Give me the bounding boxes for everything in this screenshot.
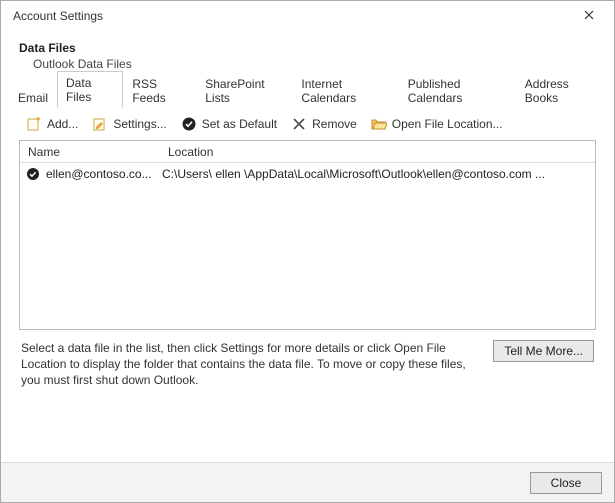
footer-area: Select a data file in the list, then cli…: [9, 330, 606, 399]
window-title: Account Settings: [9, 9, 572, 23]
default-badge-icon: [26, 167, 40, 181]
footer-message: Select a data file in the list, then cli…: [21, 340, 483, 389]
set-default-button[interactable]: Set as Default: [176, 114, 282, 134]
tab-rss-feeds[interactable]: RSS Feeds: [123, 72, 196, 108]
row-location: C:\Users\ ellen \AppData\Local\Microsoft…: [158, 167, 595, 181]
close-icon: [584, 9, 594, 23]
page-subtitle: Outlook Data Files: [19, 55, 598, 71]
close-button[interactable]: Close: [530, 472, 602, 494]
tell-me-more-button[interactable]: Tell Me More...: [493, 340, 594, 362]
row-name: ellen@contoso.co...: [40, 167, 158, 181]
list-header: Name Location: [20, 141, 595, 163]
tab-data-files[interactable]: Data Files: [57, 71, 123, 108]
remove-label: Remove: [312, 117, 357, 131]
account-settings-window: Account Settings Data Files Outlook Data…: [0, 0, 615, 503]
check-circle-icon: [181, 116, 197, 132]
open-file-location-button[interactable]: Open File Location...: [366, 114, 508, 134]
tab-address-books[interactable]: Address Books: [516, 72, 606, 108]
settings-button[interactable]: Settings...: [87, 114, 171, 134]
set-default-label: Set as Default: [202, 117, 277, 131]
add-label: Add...: [47, 117, 78, 131]
page-title: Data Files: [19, 41, 598, 55]
column-location[interactable]: Location: [160, 145, 595, 159]
settings-label: Settings...: [113, 117, 166, 131]
add-button[interactable]: Add...: [21, 114, 83, 134]
add-icon: [26, 116, 42, 132]
tabs-container: Email Data Files RSS Feeds SharePoint Li…: [1, 85, 614, 399]
tab-internet-calendars[interactable]: Internet Calendars: [292, 72, 398, 108]
tabstrip: Email Data Files RSS Feeds SharePoint Li…: [9, 85, 606, 108]
settings-icon: [92, 116, 108, 132]
tab-published-calendars[interactable]: Published Calendars: [399, 72, 516, 108]
tab-email[interactable]: Email: [9, 86, 57, 108]
data-file-list: Name Location ellen@contoso.co... C:\Use…: [19, 140, 596, 330]
open-file-location-label: Open File Location...: [392, 117, 503, 131]
remove-button[interactable]: Remove: [286, 114, 362, 134]
toolbar: Add... Settings... Set as Default Remove: [9, 108, 606, 140]
table-row[interactable]: ellen@contoso.co... C:\Users\ ellen \App…: [20, 163, 595, 185]
bottom-bar: Close: [1, 462, 614, 502]
close-window-button[interactable]: [572, 3, 606, 29]
titlebar: Account Settings: [1, 1, 614, 31]
remove-icon: [291, 116, 307, 132]
tab-sharepoint-lists[interactable]: SharePoint Lists: [196, 72, 292, 108]
folder-open-icon: [371, 116, 387, 132]
column-name[interactable]: Name: [20, 145, 160, 159]
